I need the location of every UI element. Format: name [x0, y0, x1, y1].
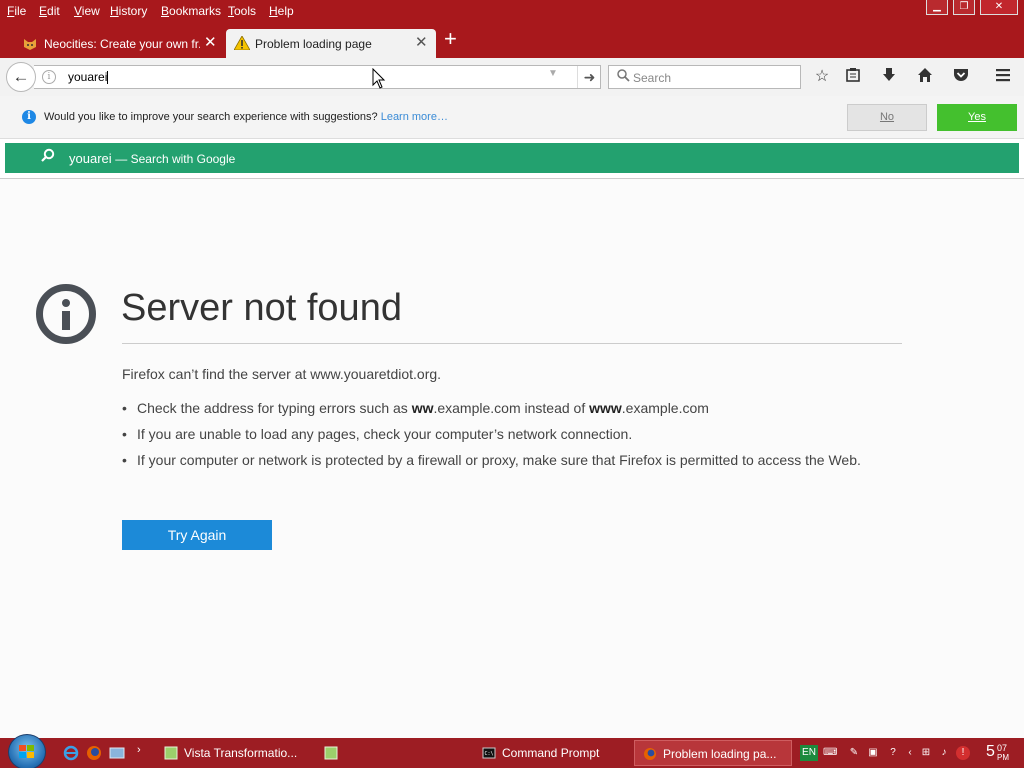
menu-view[interactable]: View [74, 4, 100, 18]
tab-neocities[interactable]: Neocities: Create your own fr... ✕ [18, 29, 224, 58]
go-arrow-icon[interactable]: ➜ [577, 66, 601, 88]
firefox-icon [644, 748, 656, 760]
chevron-left-icon[interactable]: ‹ [903, 746, 917, 760]
tab-problem-loading[interactable]: Problem loading page ✕ [226, 29, 436, 58]
cat-icon [24, 39, 36, 50]
download-icon[interactable] [878, 67, 900, 87]
menu-help[interactable]: Help [269, 4, 294, 18]
error-title: Server not found [121, 287, 402, 329]
dropdown-arrow-icon[interactable]: ▼ [548, 68, 558, 79]
mouse-cursor-icon [372, 68, 386, 89]
search-icon [41, 148, 55, 162]
learn-more-link[interactable]: Learn more… [381, 111, 448, 123]
list-item: If you are unable to load any pages, che… [122, 425, 892, 443]
chevron-right-icon[interactable]: › [137, 744, 141, 756]
menu-edit[interactable]: Edit [39, 4, 60, 18]
menu-history[interactable]: History [110, 4, 147, 18]
windows-logo-icon [19, 745, 35, 759]
help-icon[interactable]: ? [886, 746, 900, 760]
error-suggestions-list: Check the address for typing errors such… [122, 399, 892, 477]
error-description: Firefox can’t find the server at www.you… [122, 366, 442, 382]
search-suggestions-notification: i Would you like to improve your search … [0, 96, 1024, 139]
start-button[interactable] [8, 734, 46, 768]
close-icon[interactable]: ✕ [415, 35, 428, 50]
hamburger-menu-icon[interactable] [992, 67, 1014, 87]
menu-bookmarks[interactable]: Bookmarks [161, 4, 221, 18]
pocket-icon[interactable] [950, 67, 972, 87]
show-desktop-icon[interactable] [109, 745, 125, 761]
warning-icon [234, 36, 250, 50]
notification-text: Would you like to improve your search ex… [44, 111, 448, 123]
url-input[interactable]: youarei [68, 70, 109, 85]
search-suggestion-row[interactable]: youarei — Search with Google [5, 143, 1019, 173]
suggestion-term: youarei — Search with Google [69, 151, 236, 166]
menu-tools[interactable]: Tools [228, 4, 256, 18]
tab-label: Neocities: Create your own fr... [44, 37, 200, 51]
minimize-button[interactable]: ▁ [926, 0, 948, 15]
list-item: Check the address for typing errors such… [122, 399, 892, 417]
language-indicator[interactable]: EN [800, 745, 818, 761]
task-problem-loading-page[interactable]: Problem loading pa... [634, 740, 792, 766]
info-icon: i [22, 110, 36, 124]
pen-icon[interactable]: ✎ [847, 746, 861, 760]
volume-icon[interactable]: ♪ [937, 746, 951, 760]
menu-bar: File Edit View History Bookmarks Tools H… [0, 0, 1024, 22]
no-button[interactable]: No [847, 104, 927, 131]
menu-file[interactable]: File [7, 4, 26, 18]
taskbar: › Vista Transformatio... C:\ Command Pro… [0, 734, 1024, 768]
nav-toolbar: i youarei ▼ ➜ ← Search ☆ [0, 58, 1024, 96]
url-bar[interactable]: i youarei ▼ ➜ [34, 65, 601, 89]
reading-list-icon[interactable] [842, 67, 864, 87]
svg-text:C:\: C:\ [485, 751, 494, 757]
divider [122, 343, 902, 344]
task-vista-transformation[interactable]: Vista Transformatio... [156, 740, 306, 766]
home-icon[interactable] [914, 67, 936, 87]
tab-strip: Neocities: Create your own fr... ✕ Probl… [0, 22, 1024, 58]
tab-label: Problem loading page [255, 37, 372, 51]
search-input[interactable]: Search [633, 71, 671, 85]
search-icon [617, 69, 630, 82]
app-icon [324, 746, 338, 760]
keyboard-icon[interactable]: ⌨ [823, 746, 837, 760]
close-window-button[interactable]: ✕ [980, 0, 1018, 15]
bookmark-star-icon[interactable]: ☆ [811, 67, 833, 87]
internet-explorer-icon[interactable] [63, 745, 79, 761]
task-app-icon[interactable] [316, 740, 356, 766]
restore-button[interactable]: ❐ [953, 0, 975, 15]
network-icon[interactable]: ⊞ [919, 746, 933, 760]
try-again-button[interactable]: Try Again [122, 520, 272, 550]
info-circle-icon [36, 284, 96, 344]
back-button[interactable]: ← [6, 62, 36, 92]
search-bar[interactable]: Search [608, 65, 801, 89]
list-item: If your computer or network is protected… [122, 451, 892, 469]
monitor-icon[interactable]: ▣ [866, 746, 880, 760]
clock[interactable]: 5 07 PM [986, 743, 1009, 762]
autocomplete-popup: youarei — Search with Google [0, 139, 1024, 179]
close-icon[interactable]: ✕ [204, 35, 217, 50]
task-command-prompt[interactable]: C:\ Command Prompt [474, 740, 624, 766]
yes-button[interactable]: Yes [937, 104, 1017, 131]
alert-icon[interactable]: ! [956, 746, 970, 760]
app-icon [164, 746, 178, 760]
info-icon[interactable]: i [42, 70, 56, 84]
command-prompt-icon: C:\ [482, 747, 496, 759]
new-tab-icon[interactable]: + [444, 28, 457, 50]
firefox-icon[interactable] [86, 745, 102, 761]
